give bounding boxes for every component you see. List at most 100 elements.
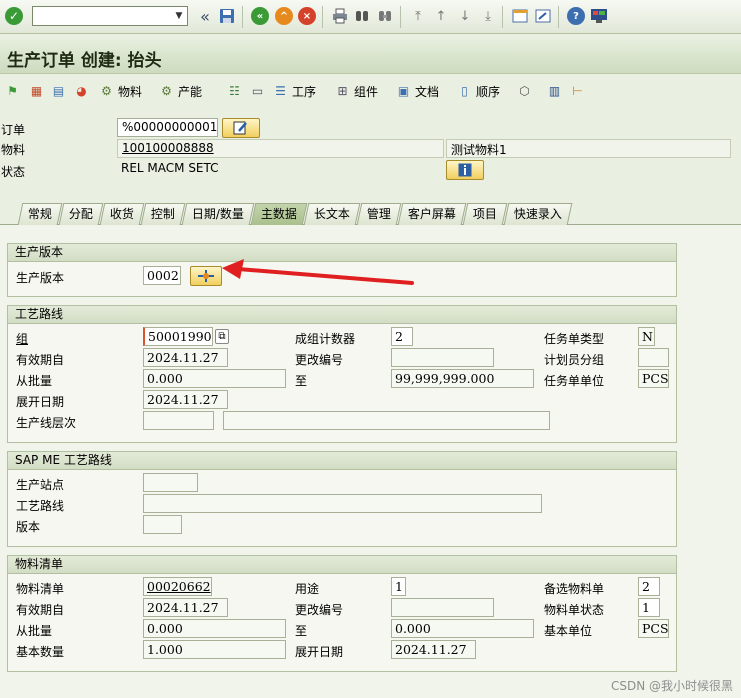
bom-field[interactable]: 00020662 <box>143 577 212 596</box>
tab-3[interactable]: 控制 <box>140 203 186 225</box>
cube-button[interactable]: ⬡ <box>516 81 533 101</box>
bom-explosion-date-field[interactable]: 2024.11.27 <box>391 640 476 659</box>
find-next-icon[interactable] <box>376 7 394 25</box>
alt-bom-field[interactable]: 2 <box>638 577 660 596</box>
pie-button[interactable]: ◕ <box>73 81 90 101</box>
material-button[interactable]: ⚙ 物料 <box>98 81 142 101</box>
task-list-type-label: 任务单类型 <box>544 332 605 346</box>
operations-button[interactable]: ☰ 工序 <box>272 81 316 101</box>
first-page-icon[interactable]: ⤒ <box>409 7 427 25</box>
last-page-icon[interactable]: ⤓ <box>479 7 497 25</box>
bom-to-lot-field[interactable]: 0.000 <box>391 619 534 638</box>
calendar-icon: ▦ <box>30 84 43 98</box>
components-button[interactable]: ⊞ 组件 <box>334 81 378 101</box>
edit-icon <box>233 121 247 135</box>
task-list-unit-field[interactable]: PCS <box>638 369 669 388</box>
print-icon[interactable] <box>331 7 349 25</box>
bom-to-label: 至 <box>295 624 308 638</box>
tab-6[interactable]: 长文本 <box>303 203 361 225</box>
order-field[interactable]: %00000000001 <box>117 118 218 137</box>
base-unit-field[interactable]: PCS <box>638 619 669 638</box>
back-double-icon[interactable]: « <box>196 7 214 26</box>
version-field[interactable] <box>143 515 182 534</box>
tab-7[interactable]: 管理 <box>356 203 402 225</box>
flag-button[interactable]: ⚑ <box>4 81 21 101</box>
printer-button[interactable]: ▭ <box>249 81 266 101</box>
line-hierarchy-field[interactable] <box>143 411 214 430</box>
capacity-button[interactable]: ⚙ 产能 <box>158 81 202 101</box>
tab-0[interactable]: 常规 <box>17 203 63 225</box>
command-field[interactable]: ▼ <box>32 6 188 26</box>
documents-button-label: 文档 <box>415 84 440 99</box>
layout-icon[interactable] <box>590 7 608 25</box>
calculator-button[interactable]: ▤ <box>50 81 67 101</box>
tree-icon: ⊢ <box>572 84 583 98</box>
bom-change-no-field[interactable] <box>391 598 494 617</box>
tab-label: 收货 <box>109 207 134 221</box>
save-icon[interactable] <box>218 7 236 25</box>
shortcut-icon[interactable] <box>534 7 552 25</box>
bom-status-field[interactable]: 1 <box>638 598 660 617</box>
site-field[interactable] <box>143 473 198 492</box>
sapme-routing-field[interactable] <box>143 494 542 513</box>
tab-1[interactable]: 分配 <box>58 203 104 225</box>
valid-from-field[interactable]: 2024.11.27 <box>143 348 228 367</box>
group-counter-field[interactable]: 2 <box>391 327 413 346</box>
bom-from-lot-field[interactable]: 0.000 <box>143 619 286 638</box>
status-info-button[interactable] <box>446 160 484 180</box>
planner-group-label: 计划员分组 <box>544 353 605 367</box>
back-icon[interactable]: « <box>251 7 269 25</box>
group-counter-label: 成组计数器 <box>295 332 356 346</box>
tab-2[interactable]: 收货 <box>99 203 145 225</box>
help-icon[interactable]: ? <box>567 7 585 25</box>
documents-icon: ▣ <box>397 84 410 98</box>
bom-valid-from-field[interactable]: 2024.11.27 <box>143 598 228 617</box>
new-session-icon[interactable] <box>511 7 529 25</box>
sequence-icon: ▯ <box>461 84 468 98</box>
routing-group-copy-button[interactable]: ⧉ <box>215 329 229 344</box>
tab-4[interactable]: 日期/数量 <box>181 203 255 225</box>
prev-page-icon[interactable]: ↑ <box>432 7 450 25</box>
flag-icon: ⚑ <box>7 84 18 98</box>
task-list-type-field[interactable]: N <box>638 327 655 346</box>
material-icon: ⚙ <box>101 84 112 98</box>
exit-icon[interactable]: ^ <box>275 7 293 25</box>
material-field[interactable]: 100100008888 <box>117 139 444 158</box>
tab-8[interactable]: 客户屏幕 <box>397 203 467 225</box>
cancel-icon[interactable]: × <box>298 7 316 25</box>
explosion-date-label: 展开日期 <box>16 395 65 409</box>
tab-10[interactable]: 快速录入 <box>503 203 573 225</box>
calendar-button[interactable]: ▦ <box>28 81 45 101</box>
ok-icon[interactable]: ✓ <box>5 7 23 25</box>
line-hierarchy-label: 生产线层次 <box>16 416 77 430</box>
tab-strip: 常规 分配 收货 控制 日期/数量 主数据 长文本 管理 客户屏幕 项目 快速录入 <box>17 203 573 225</box>
next-page-icon[interactable]: ↓ <box>456 7 474 25</box>
base-qty-field[interactable]: 1.000 <box>143 640 286 659</box>
change-no-field[interactable] <box>391 348 494 367</box>
routing-group: 工艺路线 组 50001990 ⧉ 有效期自 2024.11.27 从批量 0.… <box>7 305 677 443</box>
tab-9[interactable]: 项目 <box>462 203 508 225</box>
documents-button[interactable]: ▣ 文档 <box>395 81 439 101</box>
columns-button[interactable]: ▥ <box>546 81 563 101</box>
usage-field[interactable]: 1 <box>391 577 406 596</box>
from-lot-field[interactable]: 0.000 <box>143 369 286 388</box>
hierarchy-button[interactable]: ☷ <box>226 81 243 101</box>
cube-icon: ⬡ <box>519 84 530 98</box>
prod-version-field[interactable]: 0002 <box>143 266 181 285</box>
tab-label: 控制 <box>150 207 175 221</box>
chevron-down-icon[interactable]: ▼ <box>171 7 187 25</box>
valid-from-label: 有效期自 <box>16 353 65 367</box>
routing-group-field[interactable]: 50001990 <box>143 327 213 346</box>
find-icon[interactable] <box>353 7 371 25</box>
application-toolbar: ⚑ ▦ ▤ ◕ ⚙ 物料 ⚙ 产能 ☷ ▭ ☰ 工序 ⊞ 组件 ▣ 文档 ▯ 顺序 ⬡ ▥ … <box>0 76 741 106</box>
explosion-date-field[interactable]: 2024.11.27 <box>143 390 228 409</box>
tab-label: 主数据 <box>261 207 298 221</box>
red-arrow-annotation <box>222 259 414 285</box>
to-lot-field[interactable]: 99,999,999.000 <box>391 369 534 388</box>
sequence-button[interactable]: ▯ 顺序 <box>456 81 500 101</box>
tab-5[interactable]: 主数据 <box>250 203 308 225</box>
edit-order-button[interactable] <box>222 118 260 138</box>
planner-group-field[interactable] <box>638 348 669 367</box>
tree-button[interactable]: ⊢ <box>569 81 586 101</box>
bom-status-label: 物料单状态 <box>544 603 605 617</box>
